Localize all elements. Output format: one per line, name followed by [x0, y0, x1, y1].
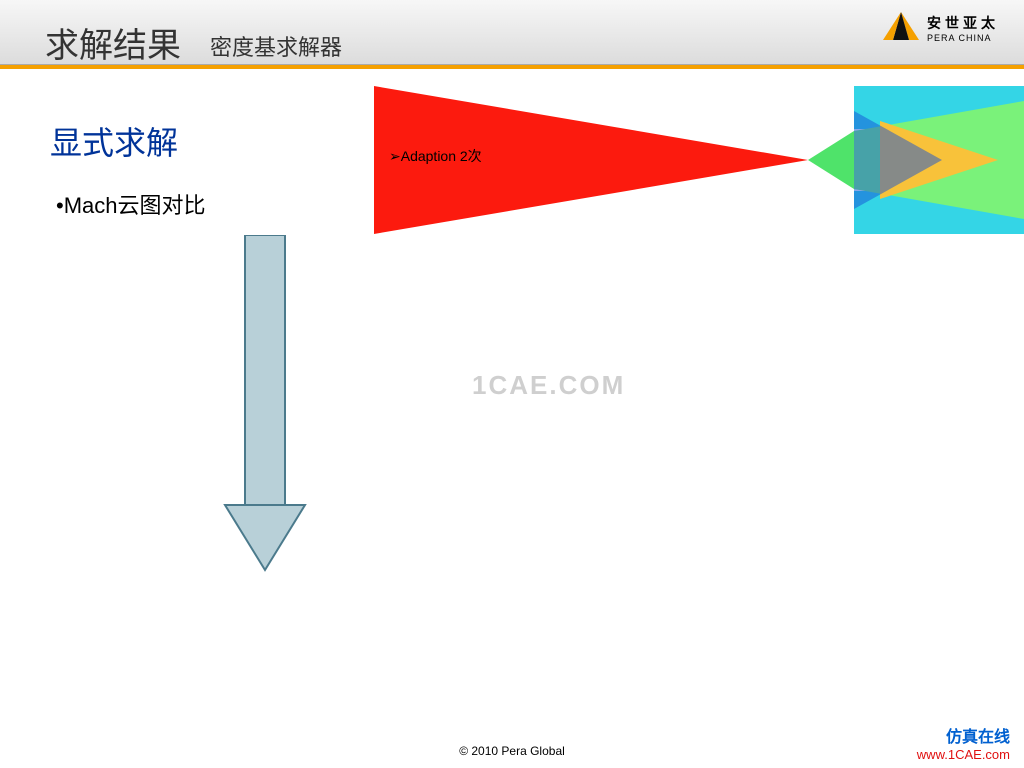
copyright: © 2010 Pera Global	[0, 744, 1024, 758]
contour-plots: ➢一阶 ➢二阶	[374, 86, 1024, 726]
pera-logo-icon	[883, 12, 919, 44]
company-logo: 安世亚太 PERA CHINA	[883, 12, 999, 44]
down-arrow-icon	[215, 235, 315, 580]
footer-brand-url: www.1CAE.com	[917, 747, 1010, 762]
strip-4-label: ➢Adaption 2次	[389, 146, 482, 166]
section-heading: 显式求解	[50, 118, 178, 164]
strip-4: ➢Adaption 2次	[374, 86, 1024, 234]
bullet-text: •Mach云图对比	[56, 188, 206, 220]
title-main: 求解结果	[45, 18, 181, 67]
footer-brand-cn: 仿真在线	[917, 723, 1010, 747]
accent-bar	[0, 65, 1024, 69]
logo-en: PERA CHINA	[927, 33, 999, 43]
title-sub: 密度基求解器	[210, 30, 342, 62]
footer-brand: 仿真在线 www.1CAE.com	[917, 723, 1010, 762]
slide-header: 求解结果 密度基求解器 安世亚太 PERA CHINA	[0, 0, 1024, 65]
logo-cn: 安世亚太	[927, 13, 999, 33]
